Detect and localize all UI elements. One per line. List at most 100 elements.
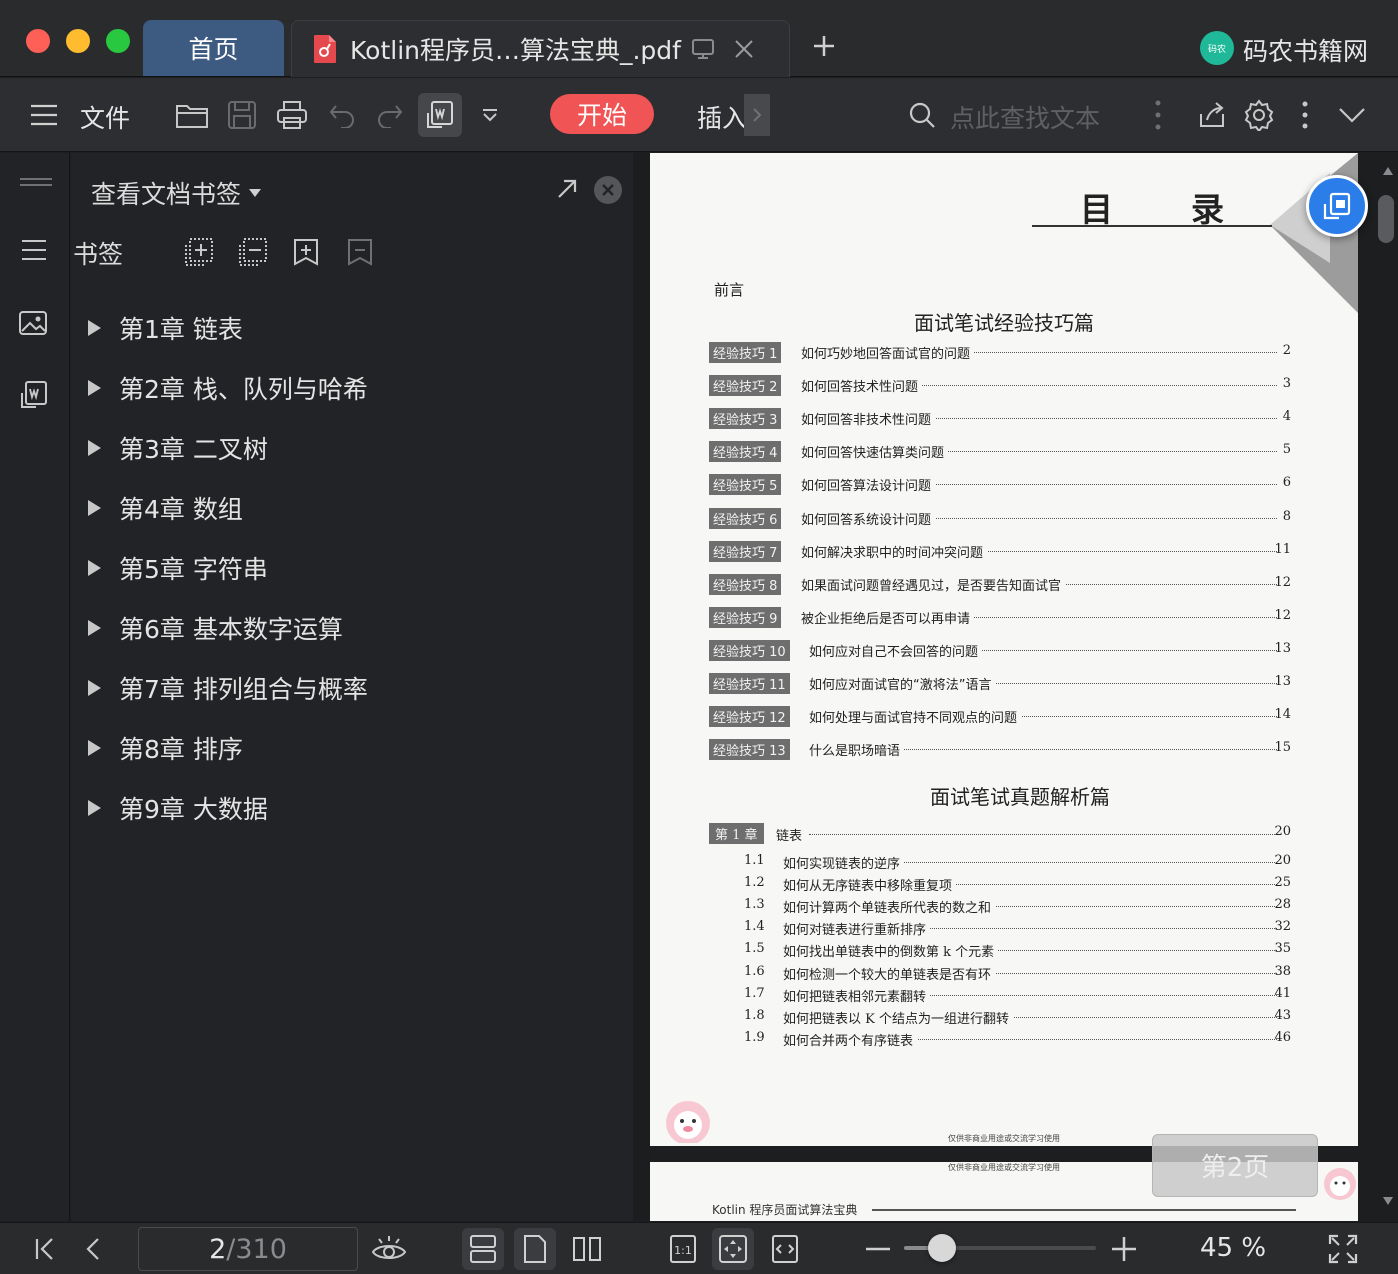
close-tab-icon[interactable] [733, 38, 755, 60]
toc-tip-entry[interactable]: 经验技巧 1 如何巧妙地回答面试官的问题 2 [709, 341, 1291, 365]
search-icon[interactable] [900, 93, 944, 137]
panel-splitter[interactable] [633, 153, 650, 1221]
convert-pdf-word-icon[interactable] [418, 93, 462, 137]
file-menu-button[interactable]: 文件 [80, 99, 130, 135]
toc-section-entry[interactable]: 1.2 如何从无序链表中移除重复项 25 [744, 873, 1291, 895]
minimize-window-button[interactable] [66, 29, 90, 53]
expand-all-icon[interactable] [184, 237, 214, 267]
pop-out-panel-icon[interactable] [555, 177, 579, 201]
close-window-button[interactable] [26, 29, 50, 53]
floating-convert-button[interactable] [1306, 175, 1368, 237]
expand-arrow-icon[interactable] [88, 740, 101, 756]
bookmark-chapter-7[interactable]: 第7章 排列组合与概率 [71, 663, 631, 713]
bookmark-view-dropdown[interactable]: 查看文档书签 [91, 175, 262, 211]
toolbar-scroll-right[interactable] [744, 94, 770, 136]
toc-section-entry[interactable]: 1.3 如何计算两个单链表所代表的数之和 28 [744, 895, 1291, 917]
fit-width-icon[interactable] [764, 1228, 806, 1270]
bookmark-chapter-4[interactable]: 第4章 数组 [71, 483, 631, 533]
toc-section-entry[interactable]: 1.4 如何对链表进行重新排序 32 [744, 917, 1291, 939]
toc-tip-entry[interactable]: 经验技巧 13 什么是职场暗语 15 [709, 738, 1291, 762]
toc-tip-entry[interactable]: 经验技巧 10 如何应对自己不会回答的问题 13 [709, 639, 1291, 663]
single-page-icon[interactable] [514, 1228, 556, 1270]
fullscreen-icon[interactable] [1322, 1228, 1364, 1270]
bookmark-chapter-5[interactable]: 第5章 字符串 [71, 543, 631, 593]
bookmark-chapter-6[interactable]: 第6章 基本数字运算 [71, 603, 631, 653]
zoom-slider[interactable] [904, 1234, 1096, 1262]
more-vertical-icon[interactable] [1136, 93, 1180, 137]
eye-protection-icon[interactable] [368, 1228, 410, 1270]
toc-section-entry[interactable]: 1.8 如何把链表以 K 个结点为一组进行翻转 43 [744, 1006, 1291, 1028]
first-page-icon[interactable] [24, 1228, 66, 1270]
menu-icon[interactable] [22, 93, 66, 137]
undo-icon[interactable] [320, 93, 364, 137]
chevron-down-icon[interactable] [468, 93, 512, 137]
expand-arrow-icon[interactable] [88, 620, 101, 636]
bookmark-chapter-9[interactable]: 第9章 大数据 [71, 783, 631, 833]
toc-chapter-1[interactable]: 第 1 章 链表 20 [709, 823, 1291, 847]
toc-section-entry[interactable]: 1.7 如何把链表相邻元素翻转 41 [744, 984, 1291, 1006]
thumbnail-image-icon[interactable] [18, 309, 48, 337]
toc-tip-entry[interactable]: 经验技巧 3 如何回答非技术性问题 4 [709, 407, 1291, 431]
expand-arrow-icon[interactable] [88, 500, 101, 516]
continuous-scroll-icon[interactable] [462, 1228, 504, 1270]
preface-entry[interactable]: 前言 [714, 279, 744, 300]
expand-arrow-icon[interactable] [88, 560, 101, 576]
collapse-toolbar-icon[interactable] [1330, 93, 1374, 137]
page-number-input[interactable]: 2 /310 [138, 1227, 358, 1271]
expand-arrow-icon[interactable] [88, 320, 101, 336]
actual-size-icon[interactable]: 1:1 [662, 1228, 704, 1270]
insert-tab-button[interactable]: 插入 [697, 99, 747, 135]
remove-bookmark-icon[interactable] [346, 237, 374, 267]
toc-tip-entry[interactable]: 经验技巧 11 如何应对面试官的“激将法”语言 13 [709, 672, 1291, 696]
more-options-icon[interactable] [1283, 93, 1327, 137]
toc-section-entry[interactable]: 1.9 如何合并两个有序链表 46 [744, 1028, 1291, 1050]
tab-home[interactable]: 首页 [143, 20, 284, 76]
tab-document[interactable]: Kotlin程序员…算法宝典_.pdf [291, 20, 790, 77]
zoom-out-icon[interactable] [857, 1228, 899, 1270]
expand-arrow-icon[interactable] [88, 380, 101, 396]
toc-tip-entry[interactable]: 经验技巧 7 如何解决求职中的时间冲突问题 11 [709, 540, 1291, 564]
maximize-window-button[interactable] [106, 29, 130, 53]
open-folder-icon[interactable] [170, 93, 214, 137]
bookmark-chapter-2[interactable]: 第2章 栈、队列与哈希 [71, 363, 631, 413]
toc-tip-entry[interactable]: 经验技巧 6 如何回答系统设计问题 8 [709, 507, 1291, 531]
expand-arrow-icon[interactable] [88, 440, 101, 456]
share-icon[interactable] [1190, 93, 1234, 137]
zoom-slider-knob[interactable] [928, 1234, 957, 1262]
settings-gear-icon[interactable] [1237, 93, 1281, 137]
bookmark-chapter-1[interactable]: 第1章 链表 [71, 303, 631, 353]
vertical-scrollbar[interactable] [1378, 153, 1398, 1221]
bookmark-list-icon[interactable] [20, 238, 48, 262]
zoom-level-display[interactable]: 45 % [1190, 1233, 1276, 1263]
toc-tip-entry[interactable]: 经验技巧 8 如果面试问题曾经遇见过，是否要告知面试官 12 [709, 573, 1291, 597]
new-tab-button[interactable] [812, 34, 836, 58]
expand-arrow-icon[interactable] [88, 800, 101, 816]
toc-tip-entry[interactable]: 经验技巧 4 如何回答快速估算类问题 5 [709, 440, 1291, 464]
bookmark-chapter-8[interactable]: 第8章 排序 [71, 723, 631, 773]
redo-icon[interactable] [368, 93, 412, 137]
monitor-icon[interactable] [691, 38, 715, 60]
print-icon[interactable] [270, 93, 314, 137]
toc-section-entry[interactable]: 1.5 如何找出单链表中的倒数第 k 个元素 35 [744, 939, 1291, 961]
search-input[interactable]: 点此查找文本 [950, 99, 1100, 135]
toc-section-entry[interactable]: 1.1 如何实现链表的逆序 20 [744, 851, 1291, 873]
rail-collapse-handle[interactable] [20, 177, 52, 187]
two-page-icon[interactable] [566, 1228, 608, 1270]
document-viewport[interactable]: 目 录 前言 面试笔试经验技巧篇 经验技巧 1 如何巧妙地回答面试官的问题 2 经验技… [650, 153, 1378, 1221]
add-bookmark-icon[interactable] [292, 237, 320, 267]
toc-tip-entry[interactable]: 经验技巧 12 如何处理与面试官持不同观点的问题 14 [709, 705, 1291, 729]
scroll-up-arrow[interactable] [1383, 167, 1393, 175]
toc-tip-entry[interactable]: 经验技巧 2 如何回答技术性问题 3 [709, 374, 1291, 398]
start-tab-button[interactable]: 开始 [550, 94, 654, 134]
toc-tip-entry[interactable]: 经验技巧 9 被企业拒绝后是否可以再申请 12 [709, 606, 1291, 630]
fit-page-icon[interactable] [712, 1228, 754, 1270]
toc-tip-entry[interactable]: 经验技巧 5 如何回答算法设计问题 6 [709, 473, 1291, 497]
bookmark-chapter-3[interactable]: 第3章 二叉树 [71, 423, 631, 473]
save-icon[interactable] [220, 93, 264, 137]
scroll-thumb[interactable] [1378, 195, 1394, 243]
close-panel-icon[interactable] [594, 176, 622, 204]
scroll-down-arrow[interactable] [1383, 1197, 1393, 1205]
zoom-in-icon[interactable] [1103, 1228, 1145, 1270]
expand-arrow-icon[interactable] [88, 680, 101, 696]
toc-section-entry[interactable]: 1.6 如何检测一个较大的单链表是否有环 38 [744, 962, 1291, 984]
